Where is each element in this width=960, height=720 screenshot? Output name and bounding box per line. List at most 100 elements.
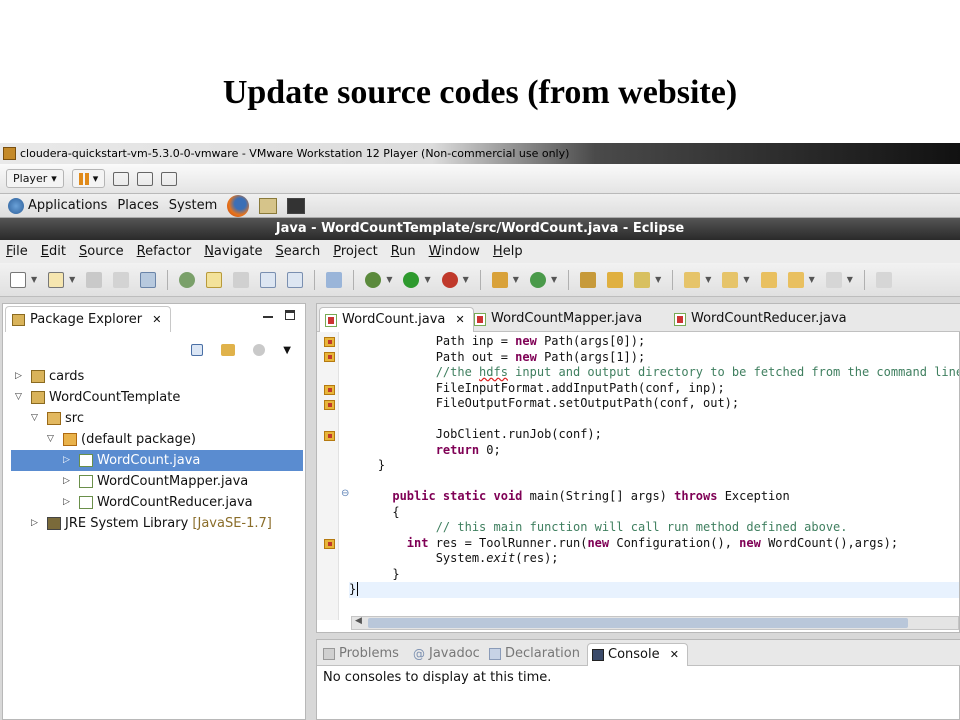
- pin-icon[interactable]: [326, 271, 343, 288]
- warning-marker-icon[interactable]: [324, 337, 335, 347]
- menu-window[interactable]: Window: [429, 244, 480, 259]
- open-folder-icon[interactable]: [607, 271, 624, 288]
- minimize-icon[interactable]: [263, 316, 273, 318]
- next-annotation-icon[interactable]: [684, 271, 701, 288]
- tree-item-wordcounttemplate[interactable]: ▽ WordCountTemplate: [11, 387, 303, 408]
- system-menu[interactable]: System: [169, 198, 217, 213]
- debug-perspective-icon[interactable]: [179, 271, 196, 288]
- warning-marker-icon[interactable]: [324, 431, 335, 441]
- chevron-down-icon[interactable]: ▼: [655, 275, 661, 284]
- warning-marker-icon[interactable]: [324, 539, 335, 549]
- tree-item-src[interactable]: ▽ src: [11, 408, 303, 429]
- terminal-icon[interactable]: [287, 197, 306, 214]
- chevron-down-icon[interactable]: ▽: [47, 429, 54, 450]
- new-java-project-icon[interactable]: [491, 271, 508, 288]
- chevron-down-icon[interactable]: ▼: [705, 275, 711, 284]
- chevron-right-icon[interactable]: ▷: [63, 450, 70, 471]
- chevron-down-icon[interactable]: ▼: [31, 275, 37, 284]
- chevron-down-icon[interactable]: ▼: [847, 275, 853, 284]
- warning-marker-icon[interactable]: [324, 385, 335, 395]
- print-icon[interactable]: [140, 271, 157, 288]
- chevron-down-icon[interactable]: ▼: [424, 275, 430, 284]
- search-icon[interactable]: [634, 271, 651, 288]
- menu-refactor[interactable]: Refactor: [137, 244, 192, 259]
- tab-wordcount-java[interactable]: WordCount.java ✕: [319, 307, 474, 332]
- save-icon[interactable]: [86, 271, 103, 288]
- chevron-right-icon[interactable]: ▷: [63, 492, 70, 513]
- package-explorer-tab[interactable]: Package Explorer ✕: [5, 306, 171, 332]
- block-selection-icon[interactable]: [287, 271, 304, 288]
- new-class-icon[interactable]: [529, 271, 546, 288]
- view-menu-icon[interactable]: ▼: [283, 345, 291, 356]
- code-area[interactable]: Path inp = new Path(args[0]); Path out =…: [349, 334, 959, 614]
- menu-help[interactable]: Help: [493, 244, 523, 259]
- annotation-icon[interactable]: [233, 271, 250, 288]
- tree-item-cards[interactable]: ▷ cards: [11, 366, 303, 387]
- horizontal-scrollbar[interactable]: ◀: [351, 616, 959, 630]
- chevron-right-icon[interactable]: ▷: [63, 471, 70, 492]
- tab-declaration[interactable]: Declaration: [485, 643, 580, 666]
- warning-marker-icon[interactable]: [324, 352, 335, 362]
- menu-source[interactable]: Source: [79, 244, 124, 259]
- tab-problems[interactable]: Problems: [319, 643, 399, 666]
- scrollbar-thumb[interactable]: [368, 618, 908, 628]
- close-icon[interactable]: ✕: [152, 313, 161, 326]
- save-all-icon[interactable]: [113, 271, 130, 288]
- chevron-down-icon[interactable]: ▼: [513, 275, 519, 284]
- tab-wordcountmapper-java[interactable]: WordCountMapper.java: [469, 307, 642, 332]
- chevron-down-icon[interactable]: ▽: [31, 408, 38, 429]
- open-perspective-icon[interactable]: [875, 271, 892, 288]
- external-tools-icon[interactable]: [441, 271, 458, 288]
- menu-file[interactable]: File: [6, 244, 28, 259]
- menu-run[interactable]: Run: [391, 244, 416, 259]
- chevron-down-icon[interactable]: ▽: [15, 387, 22, 408]
- show-whitespace-icon[interactable]: [260, 271, 277, 288]
- menu-project[interactable]: Project: [333, 244, 378, 259]
- tab-wordcountreducer-java[interactable]: WordCountReducer.java: [669, 307, 847, 332]
- bug-icon[interactable]: [365, 271, 382, 288]
- chevron-right-icon[interactable]: ▷: [31, 513, 38, 534]
- tab-javadoc[interactable]: @ Javadoc: [409, 643, 480, 666]
- fullscreen-icon[interactable]: [137, 171, 154, 186]
- menu-navigate[interactable]: Navigate: [204, 244, 262, 259]
- run-icon[interactable]: [403, 271, 420, 288]
- focus-icon[interactable]: [253, 344, 266, 356]
- tree-item-jre-system-library[interactable]: ▷ JRE System Library [JavaSE-1.7]: [11, 513, 303, 534]
- chevron-down-icon[interactable]: ▼: [809, 275, 815, 284]
- forward-icon[interactable]: [825, 271, 842, 288]
- menu-search[interactable]: Search: [276, 244, 321, 259]
- back-icon[interactable]: [787, 271, 804, 288]
- unity-icon[interactable]: [161, 171, 178, 186]
- maximize-icon[interactable]: [285, 310, 295, 320]
- previous-annotation-icon[interactable]: [722, 271, 739, 288]
- player-menu-button[interactable]: Player ▾: [6, 169, 64, 188]
- tab-console[interactable]: Console ✕: [587, 643, 688, 666]
- mail-icon[interactable]: [259, 197, 278, 214]
- last-edit-icon[interactable]: [760, 271, 777, 288]
- tree-item-default-package[interactable]: ▽ (default package): [11, 429, 303, 450]
- link-with-editor-icon[interactable]: [221, 344, 236, 356]
- chevron-right-icon[interactable]: ▷: [15, 366, 22, 387]
- pause-button[interactable]: ▾: [71, 169, 106, 188]
- chevron-down-icon[interactable]: ▼: [551, 275, 557, 284]
- tree-item-wordcountreducer-java[interactable]: ▷ WordCountReducer.java: [11, 492, 303, 513]
- collapse-all-icon[interactable]: [191, 344, 204, 356]
- new-icon[interactable]: [10, 271, 26, 288]
- chevron-down-icon[interactable]: ▼: [69, 275, 75, 284]
- firefox-icon[interactable]: [227, 194, 250, 217]
- chevron-down-icon[interactable]: ▼: [386, 275, 392, 284]
- send-ctrl-alt-del-icon[interactable]: [113, 171, 130, 186]
- chevron-down-icon[interactable]: ▼: [743, 275, 749, 284]
- close-icon[interactable]: ✕: [670, 648, 679, 661]
- warning-marker-icon[interactable]: [324, 400, 335, 410]
- open-type-icon[interactable]: [580, 271, 597, 288]
- tree-item-wordcount-java[interactable]: ▷ WordCount.java: [11, 450, 303, 471]
- scroll-left-icon[interactable]: ◀: [355, 616, 362, 626]
- tree-item-wordcountmapper-java[interactable]: ▷ WordCountMapper.java: [11, 471, 303, 492]
- menu-edit[interactable]: Edit: [41, 244, 66, 259]
- close-icon[interactable]: ✕: [456, 313, 465, 326]
- applications-menu[interactable]: Applications: [28, 198, 107, 213]
- places-menu[interactable]: Places: [117, 198, 158, 213]
- new-package-icon[interactable]: [48, 271, 65, 288]
- highlight-icon[interactable]: [206, 271, 223, 288]
